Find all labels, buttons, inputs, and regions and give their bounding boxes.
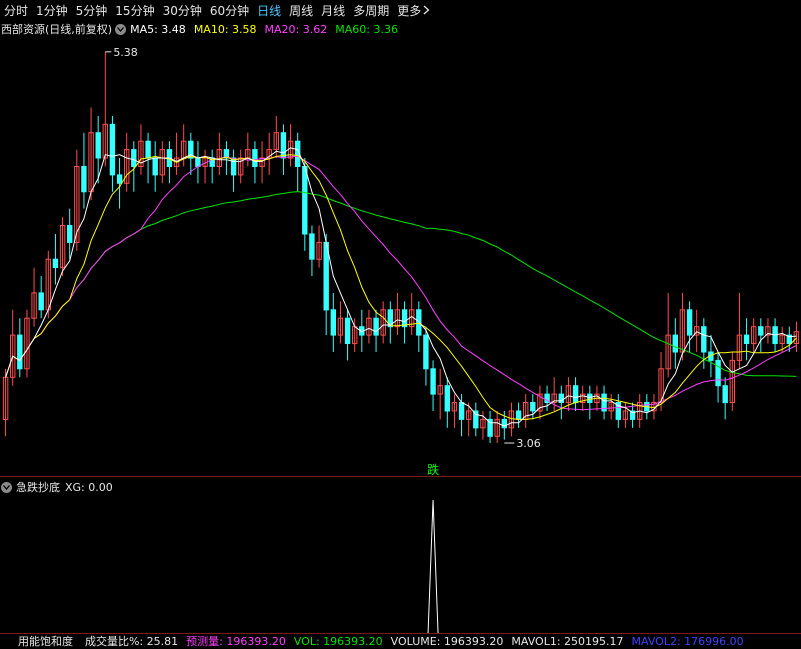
signal-label: 跌 [427, 462, 439, 477]
candle-body [444, 385, 451, 412]
candle-body [145, 140, 151, 159]
candle-body [330, 309, 337, 336]
period-tab[interactable]: 月线 [317, 2, 349, 19]
candle-body [722, 385, 728, 404]
mavol2-value: MAVOL2: 176996.00 [631, 634, 744, 648]
candle-body [309, 233, 315, 260]
period-tab[interactable]: 5分钟 [72, 2, 112, 19]
period-tab[interactable]: 周线 [285, 2, 317, 19]
period-tab[interactable]: 30分钟 [159, 2, 206, 19]
candle-body [17, 334, 23, 370]
sub-chart-header: 急跌抄底 XG: 0.00 [0, 479, 113, 495]
ratio-value: 成交量比%: 25.81 [85, 635, 179, 648]
period-tab[interactable]: 更多 [393, 2, 425, 19]
panel-divider[interactable] [0, 476, 801, 477]
candle-body [572, 385, 579, 404]
vol-value: VOL: 196393.20 [293, 634, 383, 648]
chevron-down-icon[interactable] [115, 23, 127, 35]
candle-body [401, 309, 408, 328]
candle-body [67, 225, 73, 243]
ma20-value: MA20: 3.62 [264, 22, 328, 36]
candle-body [515, 410, 522, 420]
period-tab[interactable]: 多周期 [349, 2, 393, 19]
candle-body [416, 309, 422, 336]
candle-body [587, 393, 593, 404]
candle-body [52, 258, 59, 269]
candle-body [323, 241, 329, 311]
candle-body [458, 402, 465, 420]
candle-body [715, 359, 721, 387]
mavol1-value: MAVOL1: 250195.17 [511, 634, 624, 648]
candle-body [423, 334, 429, 370]
ma5-value: MA5: 3.48 [130, 22, 186, 36]
candle-body [195, 157, 201, 167]
high-label: 5.38 [113, 46, 138, 59]
est-value: 预测量: 196393.20 [186, 635, 286, 648]
candle-body [701, 326, 707, 353]
candle-body [473, 410, 479, 429]
candle-body [373, 317, 379, 336]
main-chart-header: 西部资源(日线,前复权) MA5: 3.48 MA10: 3.58 MA20: … [0, 21, 406, 37]
candle-body [109, 123, 116, 176]
ma5-line [5, 147, 797, 427]
candle-body [280, 132, 287, 159]
period-tab[interactable]: 60分钟 [206, 2, 253, 19]
candle-body [95, 132, 101, 159]
ma10-value: MA10: 3.58 [193, 22, 257, 36]
ma60-line [76, 191, 797, 377]
period-tab[interactable]: 1分钟 [32, 2, 72, 19]
candle-body [302, 166, 308, 235]
ma20-line [5, 155, 797, 411]
chevron-down-icon[interactable] [1, 481, 12, 493]
candle-body [38, 292, 44, 311]
period-tab[interactable]: 15分钟 [111, 2, 158, 19]
candle-body [252, 149, 258, 168]
volume-value: VOLUME: 196393.20 [390, 634, 504, 648]
candle-body [81, 166, 87, 193]
candle-body [530, 402, 536, 412]
bottom-chart-header: 用能饱和度 成交量比%: 25.81 预测量: 196393.20 VOL: 1… [0, 633, 752, 649]
main-title[interactable]: 西部资源(日线,前复权) [1, 21, 112, 37]
candle-body [743, 334, 750, 345]
chart-canvas[interactable]: 5.38 3.06 跌 [0, 0, 801, 644]
bottom-title[interactable]: 用能饱和度 [18, 633, 73, 649]
chart-window: 5.38 3.06 跌 分时 1分钟 5分钟 15分钟 30分钟 60分钟 日线 周线 月线 多周期更… [0, 0, 801, 649]
candle-body [686, 309, 693, 336]
candle-body [152, 157, 158, 176]
candle-body [430, 368, 436, 395]
xg-spike [427, 499, 439, 634]
candle-body [116, 174, 123, 184]
period-tab[interactable]: 日线 [253, 2, 285, 19]
period-bar: 分时 1分钟 5分钟 15分钟 30分钟 60分钟 日线 周线 月线 多周期 更多 [0, 0, 801, 20]
xg-value: XG: 0.00 [65, 480, 113, 494]
candle-body [131, 149, 137, 168]
candle-body [344, 317, 351, 345]
chevron-right-icon[interactable] [423, 5, 430, 15]
sub-title[interactable]: 急跌抄底 [16, 479, 60, 495]
candle-body [758, 326, 764, 336]
ma60-value: MA60: 3.36 [335, 22, 398, 36]
period-tab[interactable]: 分时 [0, 2, 32, 19]
ma10-line [5, 154, 797, 420]
low-label: 3.06 [516, 437, 541, 450]
candle-body [672, 334, 678, 353]
